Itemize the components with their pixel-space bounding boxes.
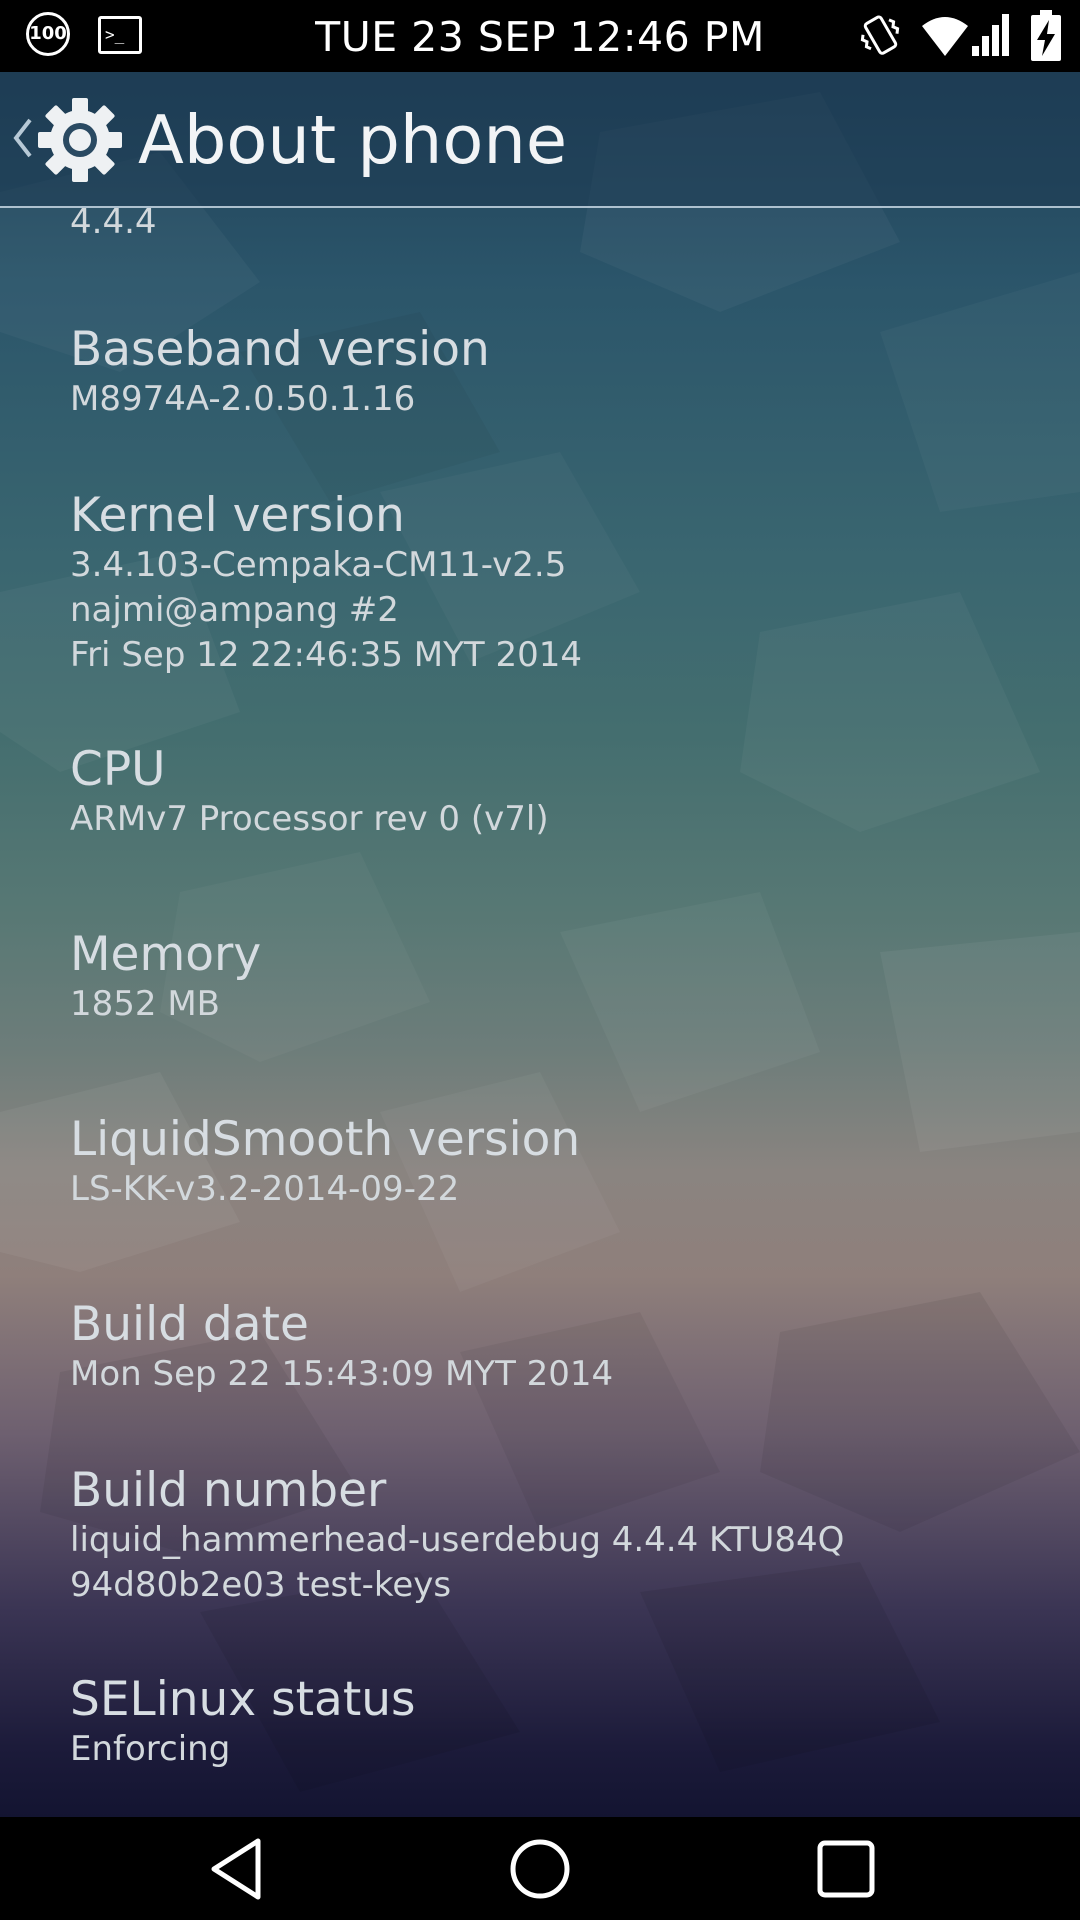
settings-row-build-number[interactable]: Build number liquid_hammerhead-userdebug… xyxy=(70,1464,1050,1608)
status-time: TUE 23 SEP 12:46 PM xyxy=(315,13,765,61)
action-bar: About phone xyxy=(0,72,1080,208)
settings-row-cpu[interactable]: CPU ARMv7 Processor rev 0 (v7l) xyxy=(70,743,1050,842)
navigation-bar xyxy=(0,1817,1080,1920)
status-bar: 100 >_ TUE 23 SEP 12:46 PM xyxy=(0,0,1080,72)
signal-icon xyxy=(972,14,1009,56)
settings-row-memory[interactable]: Memory 1852 MB xyxy=(70,928,1050,1027)
row-value: 1852 MB xyxy=(70,984,220,1024)
recents-square-icon[interactable] xyxy=(808,1831,884,1907)
row-title: Build date xyxy=(70,1297,309,1352)
settings-gear-icon[interactable] xyxy=(36,96,124,184)
row-value: najmi@ampang #2 xyxy=(70,590,399,630)
row-value: 3.4.103-Cempaka-CM11-v2.5 xyxy=(70,545,567,585)
row-value: 94d80b2e03 test-keys xyxy=(70,1565,452,1605)
row-value: LS-KK-v3.2-2014-09-22 xyxy=(70,1169,460,1209)
settings-row-kernel[interactable]: Kernel version 3.4.103-Cempaka-CM11-v2.5… xyxy=(70,489,1050,678)
row-title: Memory xyxy=(70,927,262,982)
row-title: Baseband version xyxy=(70,322,490,377)
screen: 100 >_ TUE 23 SEP 12:46 PM About phone 4… xyxy=(0,0,1080,1920)
settings-row-build-date[interactable]: Build date Mon Sep 22 15:43:09 MYT 2014 xyxy=(70,1298,1050,1397)
android-version-value: 4.4.4 xyxy=(70,202,157,242)
page-title: About phone xyxy=(138,101,568,179)
row-title: Kernel version xyxy=(70,488,405,543)
row-title: SELinux status xyxy=(70,1672,416,1727)
settings-row-selinux[interactable]: SELinux status Enforcing xyxy=(70,1673,1050,1772)
row-title: LiquidSmooth version xyxy=(70,1112,581,1167)
settings-row-liquidsmooth[interactable]: LiquidSmooth version LS-KK-v3.2-2014-09-… xyxy=(70,1113,1050,1212)
settings-row-baseband[interactable]: Baseband version M8974A-2.0.50.1.16 xyxy=(70,323,1050,422)
row-title: Build number xyxy=(70,1463,387,1518)
row-value: ARMv7 Processor rev 0 (v7l) xyxy=(70,799,549,839)
wifi-icon xyxy=(922,17,968,56)
row-value: Enforcing xyxy=(70,1729,231,1769)
row-value: Mon Sep 22 15:43:09 MYT 2014 xyxy=(70,1354,614,1394)
home-circle-icon[interactable] xyxy=(502,1831,578,1907)
row-value: Fri Sep 12 22:46:35 MYT 2014 xyxy=(70,635,582,675)
row-value: M8974A-2.0.50.1.16 xyxy=(70,379,416,419)
charging-icon xyxy=(1031,10,1061,61)
row-title: CPU xyxy=(70,742,166,797)
row-value: liquid_hammerhead-userdebug 4.4.4 KTU84Q xyxy=(70,1520,845,1560)
back-triangle-icon[interactable] xyxy=(200,1831,276,1907)
back-chevron-icon[interactable] xyxy=(10,116,34,160)
vibrate-icon xyxy=(860,15,900,55)
